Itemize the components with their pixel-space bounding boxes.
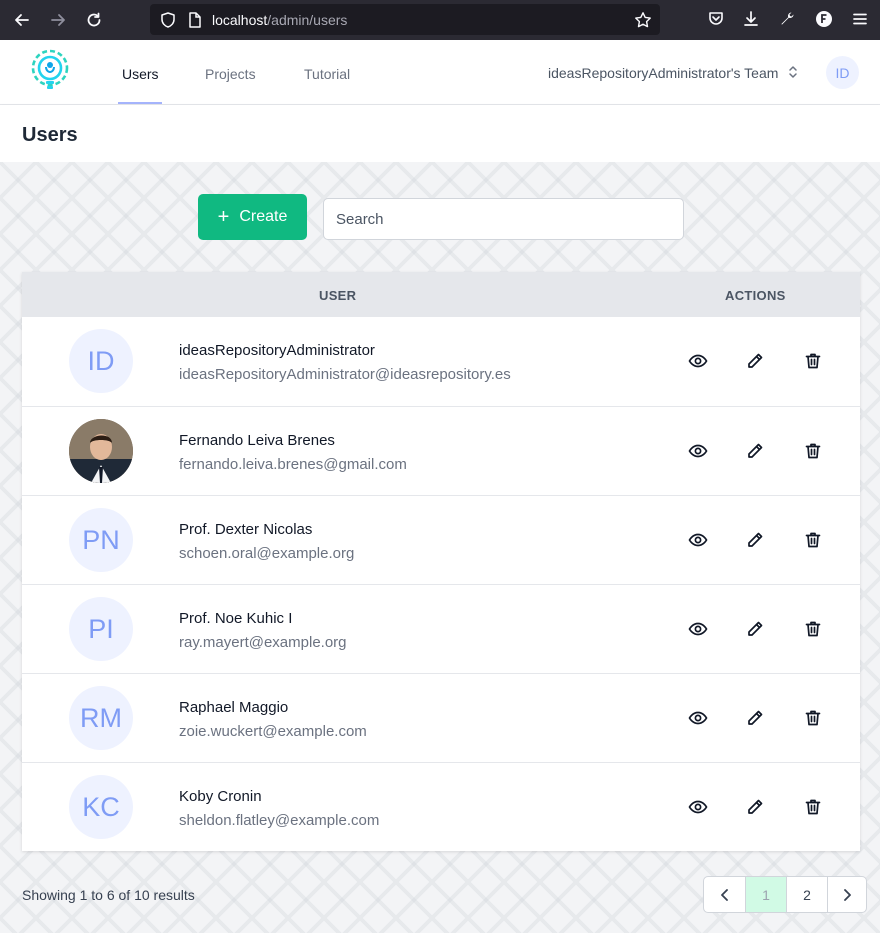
url-bar[interactable]: localhost/admin/users bbox=[150, 4, 660, 35]
url-path: /admin/users bbox=[267, 12, 348, 28]
user-email: schoen.oral@example.org bbox=[179, 545, 355, 562]
user-name: ideasRepositoryAdministrator bbox=[179, 342, 375, 359]
browser-toolbar: localhost/admin/users bbox=[0, 0, 880, 40]
tab-projects[interactable]: Projects bbox=[205, 66, 256, 82]
trash-icon[interactable] bbox=[803, 708, 823, 728]
pencil-icon[interactable] bbox=[745, 351, 765, 371]
table-row: KC Koby Cronin sheldon.flatley@example.com bbox=[22, 762, 860, 851]
trash-icon[interactable] bbox=[803, 530, 823, 550]
page-icon[interactable] bbox=[186, 11, 204, 29]
column-header-actions: ACTIONS bbox=[725, 288, 786, 303]
active-tab-indicator bbox=[118, 102, 162, 104]
previous-page-button[interactable] bbox=[704, 877, 745, 912]
team-switcher[interactable]: ideasRepositoryAdministrator's Team bbox=[548, 65, 778, 81]
eye-icon[interactable] bbox=[688, 619, 708, 639]
forward-icon[interactable] bbox=[46, 8, 70, 32]
page-button-1[interactable]: 1 bbox=[745, 877, 786, 912]
results-summary: Showing 1 to 6 of 10 results bbox=[22, 887, 195, 903]
table-row: Fernando Leiva Brenes fernando.leiva.bren… bbox=[22, 406, 860, 495]
page-button-2[interactable]: 2 bbox=[786, 877, 827, 912]
user-name: Prof. Noe Kuhic I bbox=[179, 610, 293, 627]
back-icon[interactable] bbox=[10, 8, 34, 32]
trash-icon[interactable] bbox=[803, 619, 823, 639]
user-avatar-initials: RM bbox=[69, 686, 133, 750]
url-host: localhost bbox=[212, 12, 268, 28]
user-name: Koby Cronin bbox=[179, 788, 262, 805]
url-text: localhost/admin/users bbox=[212, 12, 347, 28]
pagination: 1 2 bbox=[703, 876, 867, 913]
page-title-bar: Users bbox=[0, 105, 880, 162]
search-input[interactable] bbox=[323, 198, 684, 240]
eye-icon[interactable] bbox=[688, 797, 708, 817]
eye-icon[interactable] bbox=[688, 530, 708, 550]
logo-icon[interactable] bbox=[24, 46, 76, 98]
user-email: ideasRepositoryAdministrator@ideasreposi… bbox=[179, 366, 511, 383]
page-title: Users bbox=[22, 124, 78, 146]
user-avatar-initials: ID bbox=[69, 329, 133, 393]
table-body: ID ideasRepositoryAdministrator ideasRepos… bbox=[22, 317, 860, 851]
pencil-icon[interactable] bbox=[745, 797, 765, 817]
user-avatar-initials: PN bbox=[69, 508, 133, 572]
user-name: Raphael Maggio bbox=[179, 699, 289, 716]
account-icon[interactable] bbox=[814, 9, 834, 29]
create-button[interactable]: + Create bbox=[198, 194, 307, 240]
eye-icon[interactable] bbox=[688, 351, 708, 371]
table-row: RM Raphael Maggio zoie.wuckert@example.com bbox=[22, 673, 860, 762]
pocket-icon[interactable] bbox=[706, 9, 726, 29]
table-row: PN Prof. Dexter Nicolas schoen.oral@exampl… bbox=[22, 495, 860, 584]
user-photo-avatar bbox=[69, 419, 133, 483]
plus-icon: + bbox=[217, 206, 230, 228]
hamburger-menu-icon[interactable] bbox=[850, 9, 870, 29]
tab-tutorial[interactable]: Tutorial bbox=[304, 66, 350, 82]
table-row: ID ideasRepositoryAdministrator ideasRepos… bbox=[22, 317, 860, 406]
table-row: PI Prof. Noe Kuhic I ray.mayert@example.or… bbox=[22, 584, 860, 673]
user-name: Fernando Leiva Brenes bbox=[179, 432, 335, 449]
column-header-user: USER bbox=[319, 288, 357, 303]
next-page-button[interactable] bbox=[827, 877, 866, 912]
app-header: Users Projects Tutorial ideasRepositoryA… bbox=[0, 40, 880, 105]
pencil-icon[interactable] bbox=[745, 708, 765, 728]
user-avatar[interactable]: ID bbox=[826, 56, 859, 89]
tab-users[interactable]: Users bbox=[122, 66, 159, 82]
eye-icon[interactable] bbox=[688, 441, 708, 461]
user-email: fernando.leiva.brenes@gmail.com bbox=[179, 456, 407, 473]
reload-icon[interactable] bbox=[82, 8, 106, 32]
user-avatar-initials: PI bbox=[69, 597, 133, 661]
trash-icon[interactable] bbox=[803, 351, 823, 371]
pencil-icon[interactable] bbox=[745, 441, 765, 461]
eye-icon[interactable] bbox=[688, 708, 708, 728]
users-table: USER ACTIONS ID ideasRepositoryAdministra… bbox=[22, 272, 860, 851]
star-icon[interactable] bbox=[634, 11, 652, 29]
user-email: ray.mayert@example.org bbox=[179, 634, 347, 651]
user-avatar-initials: KC bbox=[69, 775, 133, 839]
download-icon[interactable] bbox=[741, 9, 761, 29]
table-header: USER ACTIONS bbox=[22, 272, 860, 317]
user-name: Prof. Dexter Nicolas bbox=[179, 521, 313, 538]
user-email: zoie.wuckert@example.com bbox=[179, 723, 367, 740]
user-email: sheldon.flatley@example.com bbox=[179, 812, 380, 829]
trash-icon[interactable] bbox=[803, 797, 823, 817]
chevron-up-down-icon[interactable] bbox=[786, 64, 800, 80]
create-button-label: Create bbox=[239, 208, 288, 225]
pencil-icon[interactable] bbox=[745, 530, 765, 550]
shield-icon[interactable] bbox=[159, 11, 177, 29]
wrench-icon[interactable] bbox=[777, 9, 797, 29]
pencil-icon[interactable] bbox=[745, 619, 765, 639]
trash-icon[interactable] bbox=[803, 441, 823, 461]
